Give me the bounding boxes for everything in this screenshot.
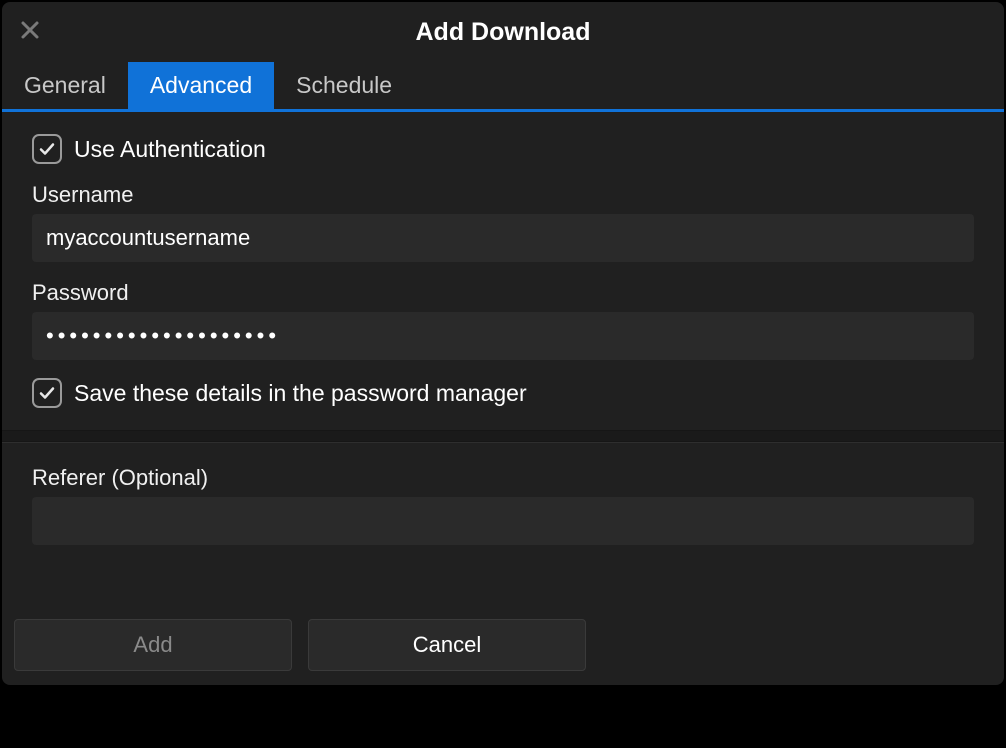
use-auth-checkbox[interactable] [32, 134, 62, 164]
tab-bar: General Advanced Schedule [2, 62, 1004, 112]
referer-input[interactable] [32, 497, 974, 545]
username-input[interactable] [32, 214, 974, 262]
username-label: Username [32, 182, 974, 208]
password-input[interactable] [32, 312, 974, 360]
referer-section: Referer (Optional) [2, 442, 1004, 607]
dialog-footer: Add Cancel [2, 607, 1004, 685]
save-pm-label: Save these details in the password manag… [74, 380, 527, 407]
add-button[interactable]: Add [14, 619, 292, 671]
dialog-title: Add Download [416, 18, 591, 47]
checkmark-icon [38, 384, 56, 402]
cancel-button[interactable]: Cancel [308, 619, 586, 671]
tab-general[interactable]: General [2, 62, 128, 109]
save-pm-row: Save these details in the password manag… [32, 378, 974, 408]
save-pm-checkbox[interactable] [32, 378, 62, 408]
password-label: Password [32, 280, 974, 306]
tab-advanced[interactable]: Advanced [128, 62, 274, 109]
add-download-dialog: Add Download General Advanced Schedule U… [2, 2, 1004, 685]
section-divider [2, 430, 1004, 442]
tab-schedule[interactable]: Schedule [274, 62, 414, 109]
advanced-content: Use Authentication Username Password Sav… [2, 112, 1004, 607]
checkmark-icon [38, 140, 56, 158]
use-auth-row: Use Authentication [32, 134, 974, 164]
auth-section: Use Authentication Username Password Sav… [2, 112, 1004, 430]
use-auth-label: Use Authentication [74, 136, 266, 163]
referer-label: Referer (Optional) [32, 465, 974, 491]
close-icon [20, 20, 40, 40]
close-button[interactable] [16, 16, 44, 44]
dialog-header: Add Download [2, 2, 1004, 62]
